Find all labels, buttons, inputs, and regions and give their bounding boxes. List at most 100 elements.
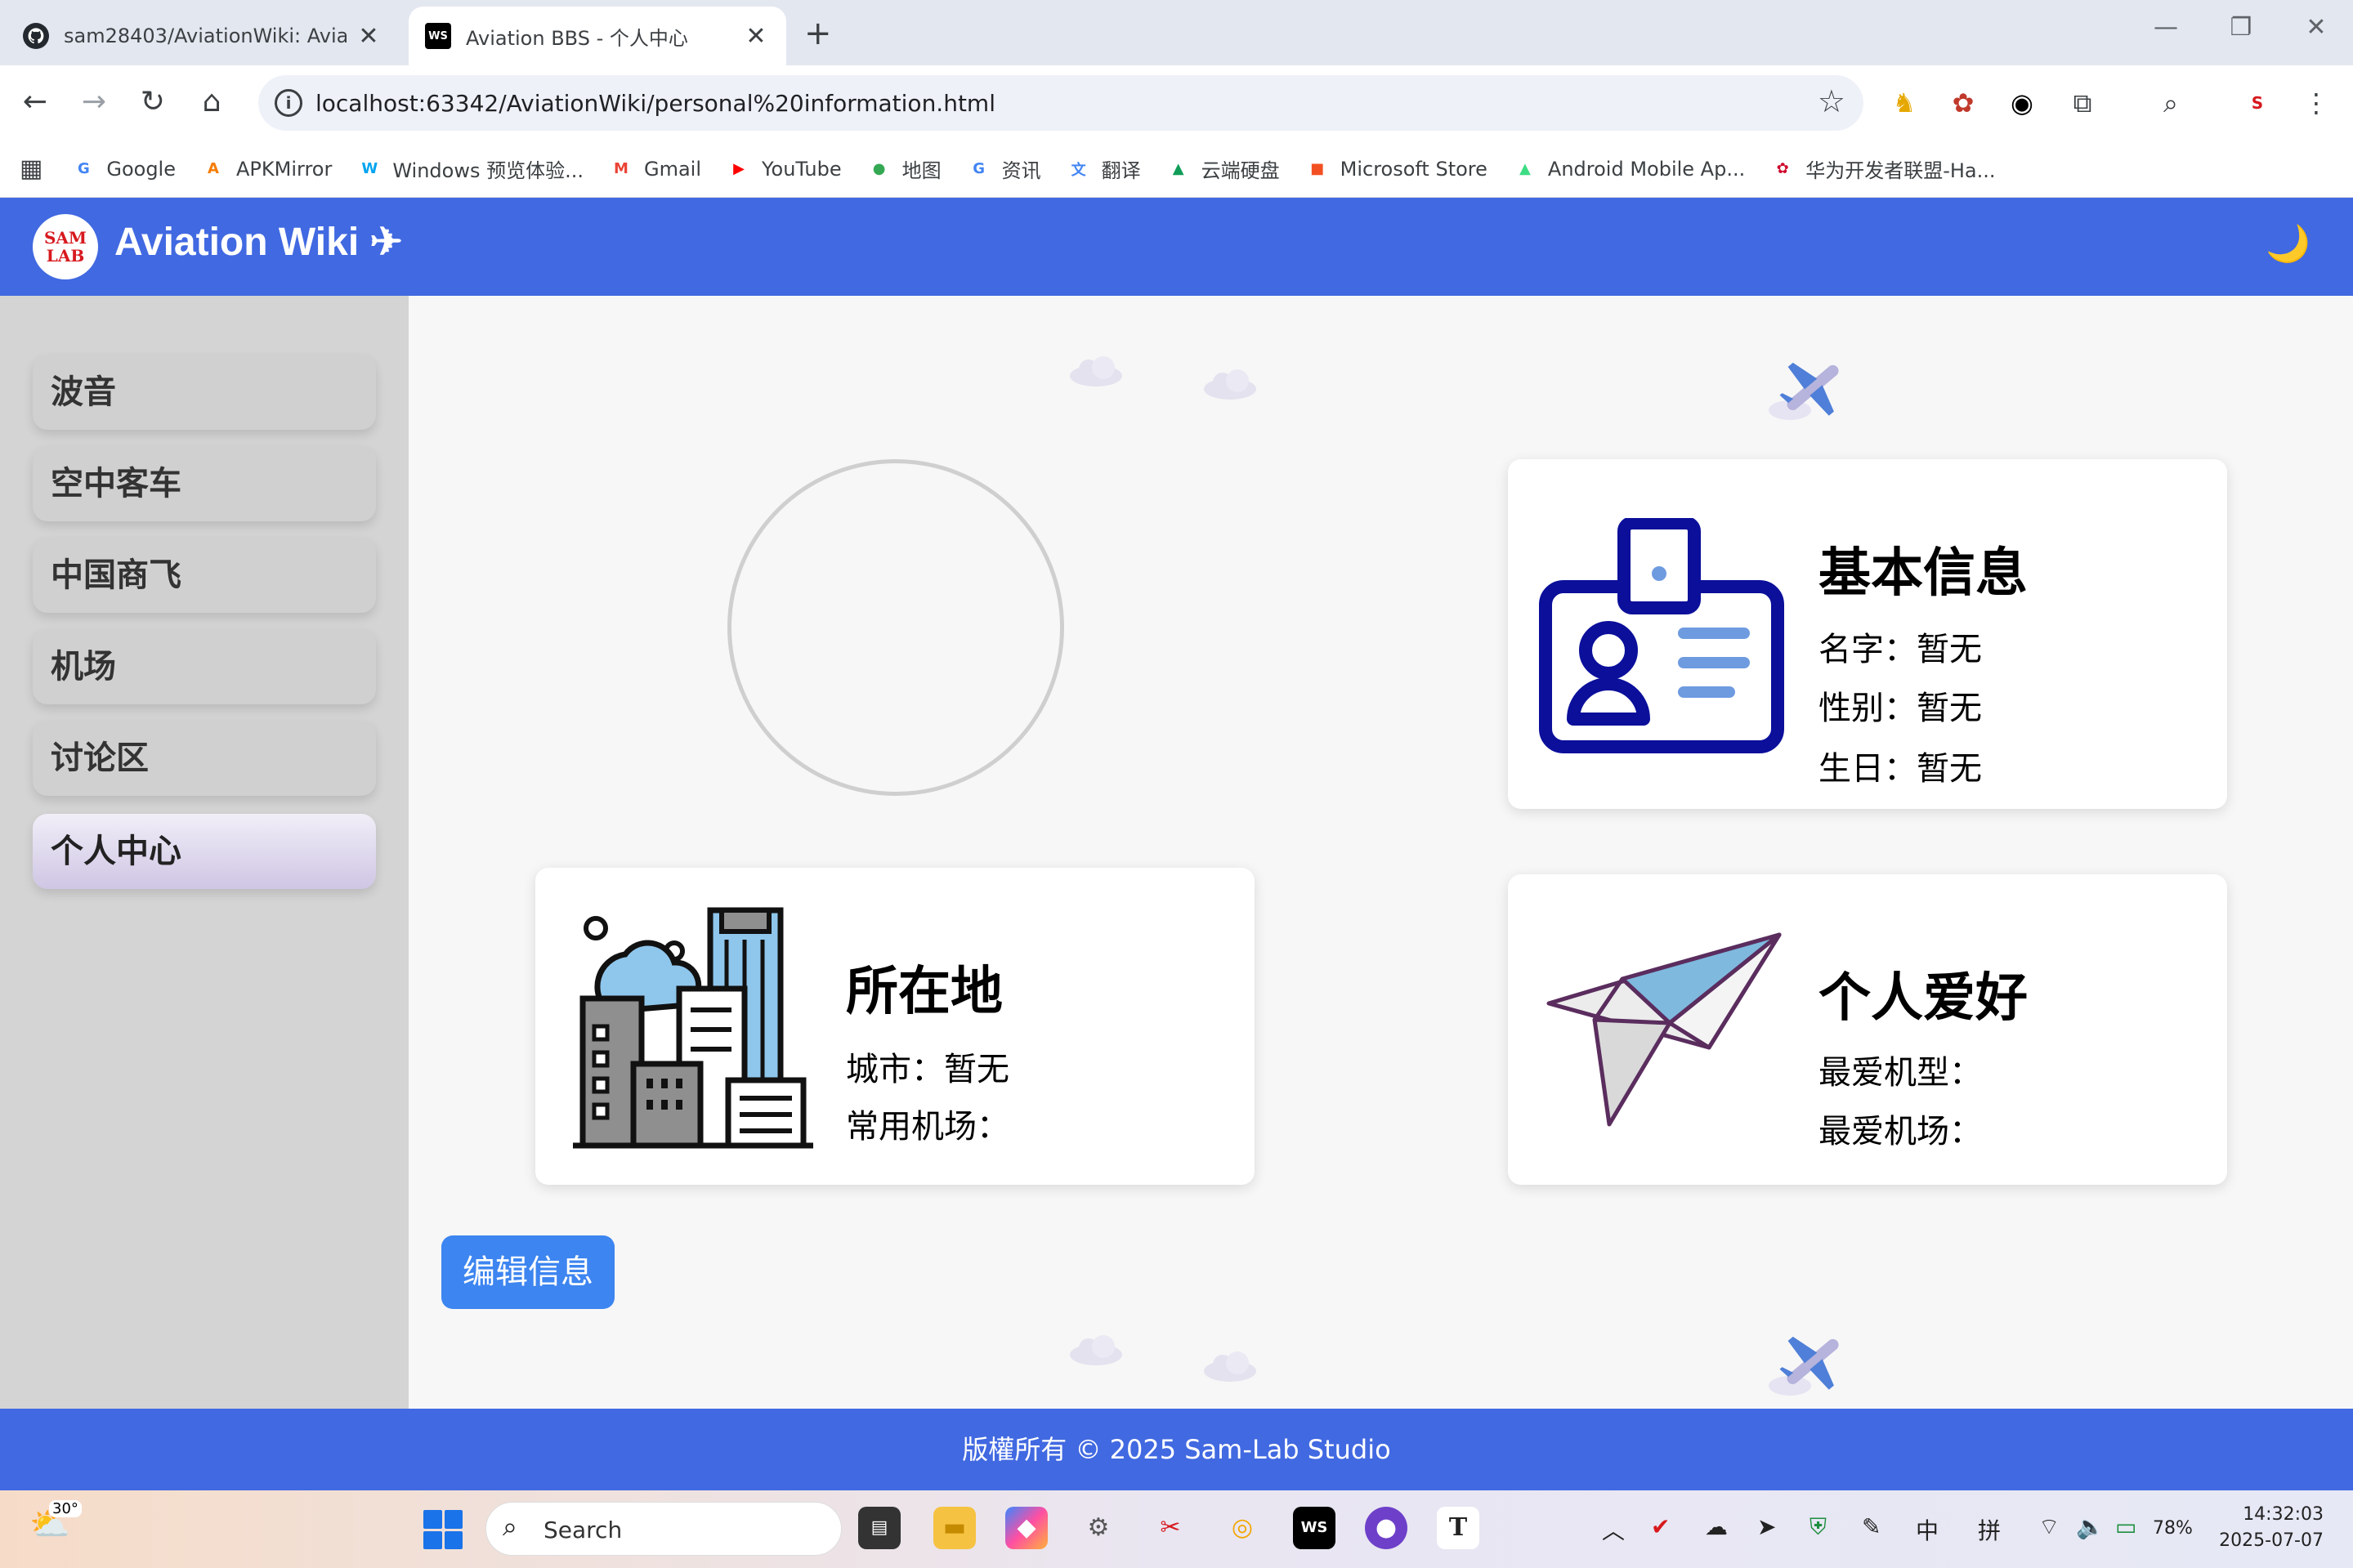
bookmark-favicon-icon: ▶	[733, 160, 745, 177]
restore-icon[interactable]: ❐	[2217, 13, 2266, 42]
battery-icon[interactable]: ▭	[2115, 1513, 2136, 1540]
back-icon[interactable]: ←	[15, 82, 56, 123]
sidebar-item-discussion[interactable]: 讨论区	[33, 721, 376, 796]
settings-gear-icon[interactable]: ⚙	[1077, 1507, 1120, 1549]
bookmark-label: Google	[106, 157, 176, 181]
chrome-icon[interactable]: ◎	[1221, 1507, 1264, 1549]
volume-icon[interactable]: 🔈	[2076, 1513, 2105, 1540]
home-icon[interactable]: ⌂	[191, 82, 232, 123]
apps-grid-icon[interactable]: ▦	[20, 154, 42, 183]
profile-avatar-icon[interactable]: S	[2239, 85, 2275, 121]
bookmark-item[interactable]: ▲ Android Mobile Ap...	[1514, 158, 1745, 181]
cloud-icon	[1204, 369, 1256, 400]
close-tab-icon[interactable]: ✕	[742, 22, 770, 51]
bookmark-item[interactable]: 文翻译	[1067, 154, 1141, 183]
onedrive-cloud-icon[interactable]: ☁	[1705, 1513, 1728, 1540]
frequent-airport-value: 常用机场：	[846, 1108, 1009, 1146]
chevron-up-icon[interactable]: ︿	[1602, 1513, 1625, 1546]
bookmark-label: APKMirror	[236, 157, 333, 181]
task-view-icon[interactable]: ▤	[858, 1507, 901, 1549]
temperature-badge: 30°	[49, 1500, 82, 1517]
extension-icon[interactable]: ✿	[1945, 85, 1981, 121]
antivirus-tray-icon[interactable]: ✔	[1651, 1513, 1670, 1540]
sidebar-item-airbus[interactable]: 空中客车	[33, 446, 376, 521]
cloud-icon	[1070, 356, 1122, 386]
bookmark-item[interactable]: G 资讯	[968, 154, 1040, 183]
bookmark-item[interactable]: ● 地图	[868, 154, 942, 183]
pen-icon[interactable]: ✎	[1862, 1513, 1881, 1540]
taskbar-search[interactable]: ⌕ Search	[485, 1502, 842, 1556]
telegram-icon[interactable]: ➤	[1757, 1513, 1776, 1540]
weather-widget[interactable]: ⛅ 30°	[29, 1500, 82, 1543]
wifi-icon[interactable]: ⌔	[2038, 1513, 2060, 1542]
bookmark-item[interactable]: ✿ 华为开发者联盟-Ha...	[1771, 154, 1996, 183]
tab-github[interactable]: sam28403/AviationWiki: Aviatio ✕	[7, 7, 399, 65]
bookmark-item[interactable]: ▶ YouTube	[727, 158, 842, 181]
favorite-airport-value: 最爱机场：	[1818, 1113, 1982, 1150]
windows-taskbar: ⛅ 30° ⌕ Search ▤ ▬ ◆ ⚙ ✂ ◎ WS ● T ︿ ✔ ☁ …	[0, 1490, 2353, 1568]
bookmark-star-icon[interactable]: ☆	[1818, 83, 1845, 119]
reload-icon[interactable]: ↻	[132, 82, 173, 123]
bookmark-item[interactable]: ▲ 云端硬盘	[1167, 154, 1280, 183]
typora-icon[interactable]: T	[1437, 1507, 1479, 1549]
city-buildings-icon	[573, 907, 813, 1149]
sidebar: 波音 空中客车 中国商飞 机场 讨论区 个人中心	[0, 296, 409, 1409]
extension-icon[interactable]: ◉	[2004, 85, 2040, 121]
sidebar-item-comac[interactable]: 中国商飞	[33, 538, 376, 613]
airplane-icon	[1769, 362, 1839, 420]
bookmark-favicon-icon: G	[77, 160, 90, 177]
browser-toolbar: ← → ↻ ⌂ i localhost:63342/AviationWiki/p…	[0, 65, 2353, 141]
input-method-pinyin[interactable]: 拼	[1978, 1513, 2001, 1546]
new-tab-button[interactable]: +	[804, 15, 832, 52]
webstorm-icon[interactable]: WS	[1293, 1507, 1335, 1549]
url-text[interactable]: localhost:63342/AviationWiki/personal%20…	[315, 90, 995, 117]
extensions-puzzle-icon[interactable]: ⧉	[2064, 85, 2100, 121]
close-tab-icon[interactable]: ✕	[355, 22, 382, 51]
avatar-placeholder[interactable]	[727, 459, 1064, 796]
input-method-zh[interactable]: 中	[1916, 1513, 1939, 1546]
bookmark-label: 地图	[901, 159, 942, 182]
snipping-tool-icon[interactable]: ✂	[1149, 1507, 1192, 1549]
forward-icon[interactable]: →	[74, 82, 114, 123]
hobby-card: 个人爱好 最爱机型： 最爱机场：	[1508, 874, 2227, 1185]
bookmark-label: 云端硬盘	[1201, 159, 1280, 182]
bookmark-item[interactable]: M Gmail	[610, 158, 701, 181]
github-desktop-icon[interactable]: ●	[1365, 1507, 1407, 1549]
bookmark-item[interactable]: ■ Microsoft Store	[1306, 158, 1487, 181]
bookmarks-bar: ▦ G Google A APKMirror W Windows 预览体验... M Gmai…	[0, 141, 2353, 198]
minimize-icon[interactable]: —	[2141, 13, 2190, 42]
copilot-icon[interactable]: ◆	[1005, 1507, 1048, 1549]
site-header: SAM LAB Aviation Wiki ✈ 🌙	[0, 198, 2353, 296]
start-button[interactable]	[423, 1510, 463, 1549]
site-footer: 版權所有 © 2025 Sam-Lab Studio	[0, 1409, 2353, 1490]
extension-icon[interactable]: ♞	[1886, 85, 1922, 121]
main-content: 基本信息 名字：暂无 性别：暂无 生日：暂无 所在地 城市：暂无 常用机场： 个…	[409, 296, 2353, 1409]
search-label: Search	[544, 1517, 623, 1543]
system-clock[interactable]: 14:32:03 2025-07-07	[2219, 1502, 2324, 1554]
close-window-icon[interactable]: ✕	[2292, 13, 2341, 42]
tab-search-icon[interactable]: ⌕	[2153, 85, 2189, 121]
file-explorer-icon[interactable]: ▬	[933, 1507, 976, 1549]
sam-lab-logo[interactable]: SAM LAB	[33, 214, 98, 279]
bookmark-item[interactable]: W Windows 预览体验...	[358, 154, 584, 183]
favorite-aircraft-value: 最爱机型：	[1818, 1054, 1982, 1092]
tab-aviation-bbs[interactable]: WS Aviation BBS - 个人中心 ✕	[409, 7, 786, 65]
bookmark-favicon-icon: W	[361, 160, 378, 177]
dark-mode-toggle-icon[interactable]: 🌙	[2266, 222, 2311, 265]
bookmark-item[interactable]: A APKMirror	[202, 158, 332, 181]
site-title[interactable]: Aviation Wiki ✈	[114, 219, 403, 265]
edit-info-button[interactable]: 编辑信息	[441, 1235, 615, 1309]
address-bar[interactable]: i localhost:63342/AviationWiki/personal%…	[258, 75, 1863, 131]
github-icon	[23, 23, 49, 49]
sidebar-item-boeing[interactable]: 波音	[33, 355, 376, 430]
birthday-value: 生日：暂无	[1818, 750, 1982, 788]
site-info-icon[interactable]: i	[275, 89, 302, 117]
sidebar-item-airports[interactable]: 机场	[33, 629, 376, 704]
sidebar-item-personal-center[interactable]: 个人中心	[33, 814, 376, 889]
paper-plane-icon	[1546, 932, 1782, 1127]
menu-dots-icon[interactable]: ⋮	[2298, 85, 2334, 121]
security-shield-icon[interactable]: ⛨	[1809, 1513, 1827, 1541]
bookmark-favicon-icon: ▲	[1172, 160, 1184, 177]
tab-title: sam28403/AviationWiki: Aviatio	[64, 25, 347, 47]
bookmark-item[interactable]: G Google	[72, 158, 176, 181]
